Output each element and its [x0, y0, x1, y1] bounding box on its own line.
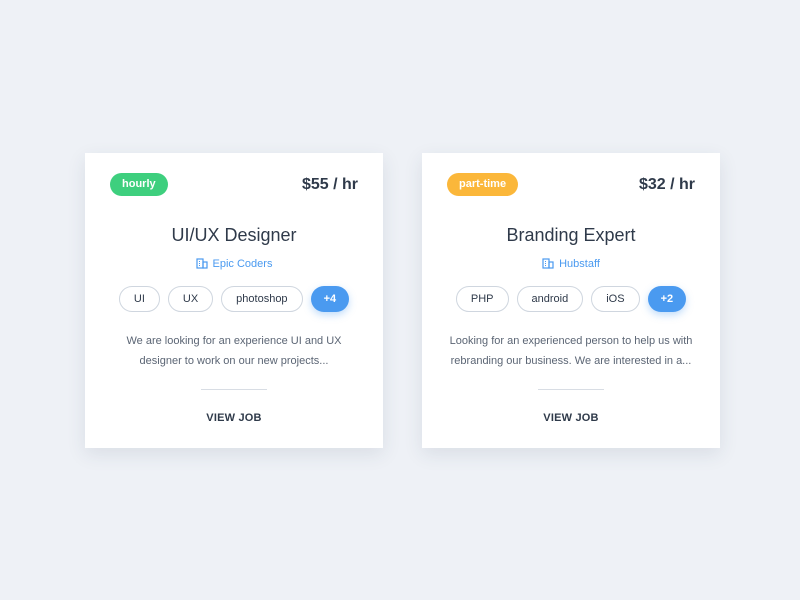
job-title: Branding Expert [506, 225, 636, 245]
view-job-button[interactable]: VIEW JOB [85, 412, 383, 424]
job-card: hourly $55 / hr UI/UX Designer Epic Code… [85, 153, 383, 448]
skill-tag[interactable]: iOS [591, 286, 640, 312]
job-card: part-time $32 / hr Branding Expert Hubst… [422, 153, 720, 448]
more-tags-button[interactable]: +4 [310, 286, 350, 312]
view-job-button[interactable]: VIEW JOB [422, 412, 720, 424]
job-description: Looking for an experienced person to hel… [449, 335, 693, 367]
job-type-badge: part-time [447, 173, 519, 196]
job-title: UI/UX Designer [171, 225, 297, 245]
job-rate: $55 / hr [301, 176, 358, 193]
skill-tags: UI UX photoshop +4 [85, 286, 383, 312]
company-link[interactable]: Hubstaff [422, 257, 720, 270]
skill-tag[interactable]: PHP [455, 286, 509, 312]
divider [201, 389, 267, 390]
more-tags-button[interactable]: +2 [647, 286, 687, 312]
skill-tag[interactable]: UX [167, 286, 214, 312]
skill-tag[interactable]: android [516, 286, 584, 312]
skill-tag[interactable]: photoshop [221, 286, 303, 312]
company-name: Epic Coders [212, 258, 273, 270]
job-type-badge: hourly [110, 173, 168, 196]
job-description: We are looking for an experience UI and … [126, 335, 342, 367]
company-name: Hubstaff [559, 258, 600, 270]
company-link[interactable]: Epic Coders [85, 257, 383, 270]
building-icon [195, 258, 208, 269]
building-icon [542, 258, 554, 269]
skill-tag[interactable]: UI [118, 286, 160, 312]
job-rate: $32 / hr [638, 176, 695, 193]
skill-tags: PHP android iOS +2 [422, 286, 720, 312]
divider [538, 389, 604, 390]
